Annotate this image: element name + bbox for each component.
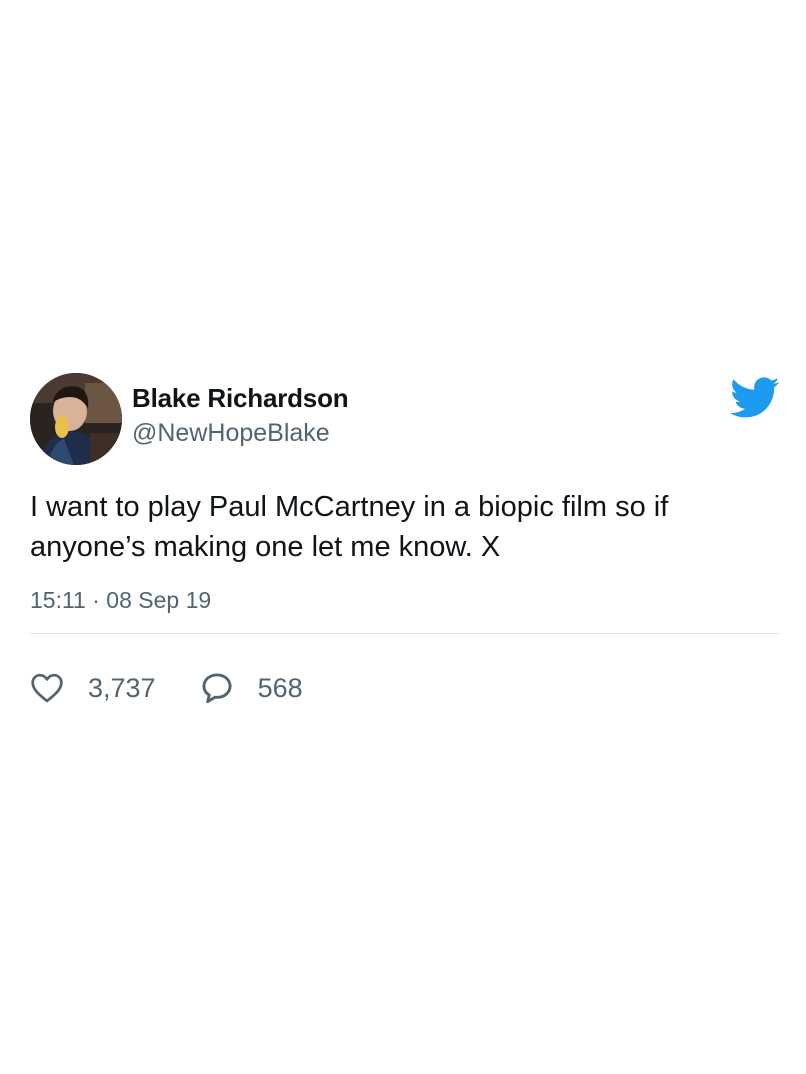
like-button[interactable]: 3,737: [30, 673, 156, 704]
speech-bubble-icon: [202, 673, 232, 704]
author-names: Blake Richardson @NewHopeBlake: [132, 383, 349, 448]
twitter-bird-icon[interactable]: [730, 377, 780, 419]
reply-button[interactable]: 568: [200, 672, 303, 704]
divider: [30, 633, 780, 634]
author-display-name[interactable]: Blake Richardson: [132, 383, 349, 413]
avatar[interactable]: [30, 373, 122, 465]
author-handle[interactable]: @NewHopeBlake: [132, 418, 348, 448]
heart-icon: [31, 673, 63, 703]
tweet-text: I want to play Paul McCartney in a biopi…: [30, 491, 669, 563]
tweet-card: Blake Richardson @NewHopeBlake I want to…: [30, 373, 780, 708]
tweet-timestamp[interactable]: 15:11 · 08 Sep 19: [30, 586, 780, 614]
tweet-header: Blake Richardson @NewHopeBlake: [30, 373, 780, 465]
tweet-actions: 3,737 568: [30, 668, 780, 708]
reply-count: 568: [257, 672, 303, 703]
like-count: 3,737: [88, 672, 156, 703]
avatar-photo: [30, 373, 122, 465]
